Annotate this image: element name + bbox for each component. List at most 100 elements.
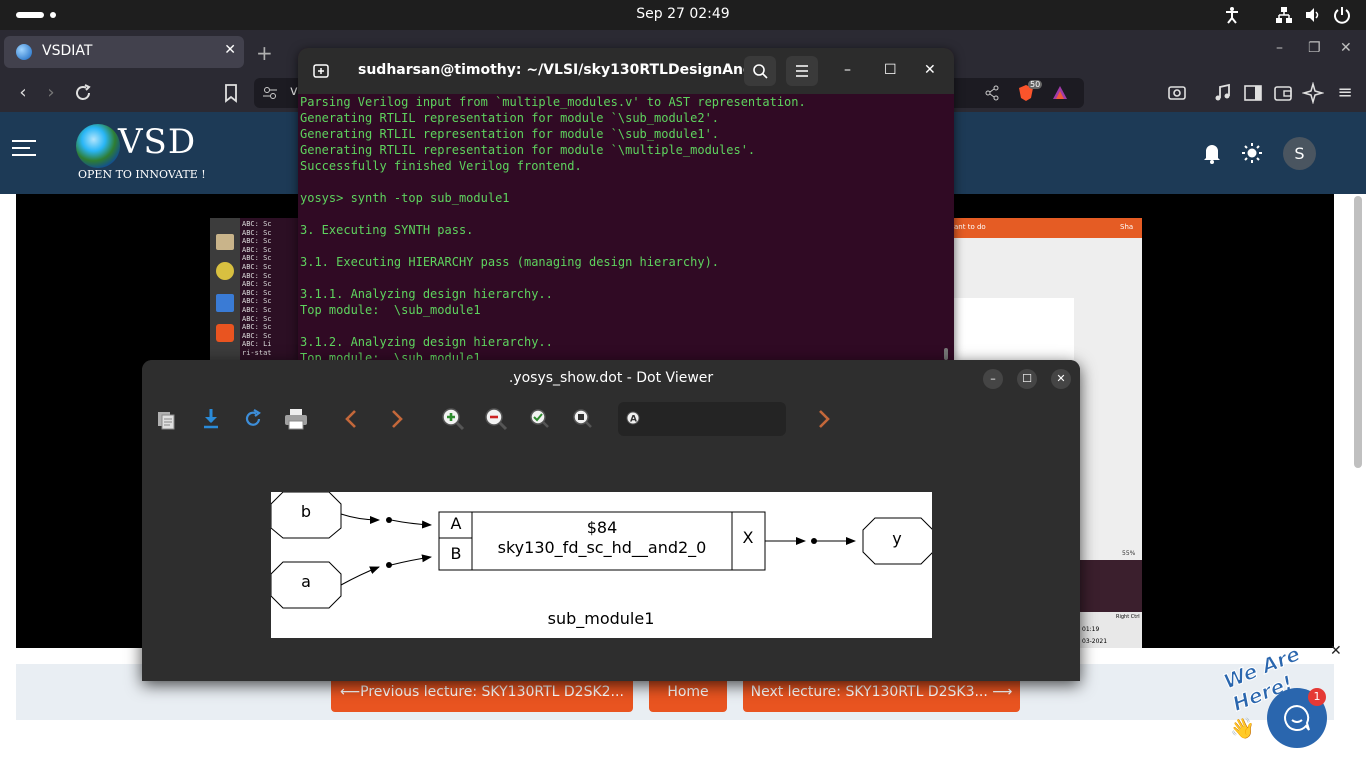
zoom-in-icon[interactable]: [440, 406, 466, 432]
network-icon[interactable]: [1274, 5, 1294, 25]
wire-b-to-cell: [390, 519, 432, 529]
cell-port-x-label: X: [743, 528, 754, 547]
bookmark-icon[interactable]: [220, 82, 242, 104]
zoom-100-icon[interactable]: [570, 406, 596, 432]
url-text[interactable]: v: [290, 84, 298, 99]
previous-lecture-label: Previous lecture: SKY130RTL D2SK2...: [360, 684, 624, 700]
input-port-b[interactable]: b: [271, 492, 342, 539]
terminal-scrollbar[interactable]: [944, 348, 948, 360]
page-scrollbar[interactable]: [1354, 196, 1362, 468]
user-avatar[interactable]: S: [1283, 137, 1316, 170]
dot-viewer-titlebar[interactable]: .yosys_show.dot - Dot Viewer – ☐ ✕: [142, 360, 1080, 398]
find-icon: A: [626, 411, 640, 425]
video-vm-terminal-text: ABC: Sc ABC: Sc ABC: Sc ABC: Sc ABC: Sc …: [242, 220, 272, 357]
browser-close-button[interactable]: ✕: [1340, 40, 1352, 56]
system-top-bar: Sep 27 02:49: [0, 0, 1366, 30]
terminal-maximize-button[interactable]: ☐: [884, 62, 897, 78]
brave-rewards-icon[interactable]: [1051, 84, 1069, 102]
shield-count-badge: 50: [1028, 80, 1043, 89]
arrow-left-icon: ⟵: [340, 684, 361, 700]
print-icon[interactable]: [282, 406, 310, 432]
terminal-output[interactable]: Parsing Verilog input from `multiple_mod…: [300, 94, 952, 360]
music-icon[interactable]: [1212, 82, 1234, 104]
video-vm-dock: [210, 218, 240, 360]
dot-viewer-minimize-button[interactable]: –: [983, 369, 1003, 389]
chat-bubble-icon: [1284, 704, 1310, 731]
dot-viewer-window[interactable]: .yosys_show.dot - Dot Viewer – ☐ ✕ A b a…: [142, 360, 1080, 681]
new-tab-terminal-icon[interactable]: [312, 62, 330, 80]
input-a-label: a: [301, 572, 311, 591]
vsd-globe-logo[interactable]: [76, 124, 120, 168]
video-vm-taskbar: Right Ctrl 01:19 03-2021: [1080, 612, 1142, 648]
browser-minimize-button[interactable]: –: [1276, 40, 1283, 56]
forward-icon[interactable]: ›: [40, 82, 62, 104]
volume-icon[interactable]: [1303, 5, 1323, 25]
power-icon[interactable]: [1332, 5, 1352, 25]
back-arrow-icon[interactable]: [339, 406, 365, 432]
hamburger-menu-icon: [796, 65, 808, 77]
graph-search-input[interactable]: A: [618, 402, 786, 436]
dot-viewer-maximize-button[interactable]: ☐: [1017, 369, 1037, 389]
dot-viewer-close-button[interactable]: ✕: [1051, 369, 1071, 389]
zoom-fit-icon[interactable]: [527, 406, 553, 432]
find-next-icon[interactable]: [810, 406, 836, 432]
share-icon[interactable]: [984, 85, 1000, 101]
cell-id-label: $84: [587, 518, 618, 537]
reload-icon[interactable]: [72, 82, 94, 104]
tab-close-icon[interactable]: ✕: [224, 42, 236, 58]
theme-sun-icon[interactable]: [1241, 142, 1263, 164]
and2-cell[interactable]: A B $84 sky130_fd_sc_hd__and2_0 X: [438, 511, 766, 571]
open-file-icon[interactable]: [154, 406, 180, 432]
chat-unread-badge: 1: [1308, 688, 1326, 706]
forward-arrow-icon[interactable]: [383, 406, 409, 432]
wire-a-to-cell: [390, 554, 432, 566]
site-settings-icon[interactable]: [262, 85, 278, 101]
vsd-favicon-icon: [16, 44, 32, 60]
screenshot-icon[interactable]: [1166, 82, 1188, 104]
svg-text:A: A: [630, 415, 637, 425]
export-download-icon[interactable]: [198, 406, 224, 432]
accessibility-icon[interactable]: [1222, 5, 1242, 25]
cell-port-b-label: B: [451, 544, 462, 563]
video-vm-desktop: [1080, 560, 1142, 612]
system-clock[interactable]: Sep 27 02:49: [0, 6, 1366, 22]
wire-b-to-junction: [340, 513, 380, 524]
netlist-graph[interactable]: b a A B $84 sky130_fd_sc_hd__and2_0 X y …: [271, 492, 932, 638]
terminal-title: sudharsan@timothy: ~/VLSI/sky130RTLDesig…: [358, 62, 769, 78]
back-icon[interactable]: ‹: [12, 82, 34, 104]
terminal-search-button[interactable]: [744, 56, 776, 86]
arrow-right-icon: ⟶: [992, 684, 1013, 700]
graph-canvas[interactable]: b a A B $84 sky130_fd_sc_hd__and2_0 X y …: [271, 492, 932, 638]
input-b-label: b: [301, 502, 311, 521]
terminal-minimize-button[interactable]: –: [844, 62, 851, 78]
output-port-y[interactable]: y: [862, 517, 932, 565]
terminal-menu-button[interactable]: [786, 56, 818, 86]
site-logo-text[interactable]: VSD: [118, 122, 196, 162]
input-port-a[interactable]: a: [271, 561, 342, 609]
tab-title: VSDIAT: [42, 43, 93, 59]
dot-viewer-title: .yosys_show.dot - Dot Viewer: [508, 370, 714, 386]
browser-menu-icon[interactable]: ≡: [1334, 82, 1356, 104]
cell-type-label: sky130_fd_sc_hd__and2_0: [498, 538, 707, 558]
tab-vsdiat[interactable]: VSDIAT ✕: [4, 36, 244, 68]
reload-graph-icon[interactable]: [240, 406, 266, 432]
video-vm-zoom: 55%: [1122, 550, 1136, 557]
menu-hamburger-icon[interactable]: [12, 140, 36, 158]
module-name-label: sub_module1: [548, 609, 655, 629]
new-tab-button[interactable]: +: [256, 41, 273, 65]
leo-ai-icon[interactable]: [1302, 82, 1324, 104]
site-tagline: OPEN TO INNOVATE !: [78, 168, 206, 181]
terminal-close-button[interactable]: ✕: [924, 62, 936, 78]
terminal-window[interactable]: sudharsan@timothy: ~/VLSI/sky130RTLDesig…: [298, 48, 954, 360]
output-y-label: y: [892, 529, 901, 548]
notification-bell-icon[interactable]: [1202, 142, 1222, 164]
search-icon: [753, 64, 768, 79]
video-vm-office-titlebar: ant to do Sha: [952, 218, 1142, 238]
sidebar-icon[interactable]: [1242, 82, 1264, 104]
zoom-out-icon[interactable]: [483, 406, 509, 432]
wallet-icon[interactable]: [1272, 82, 1294, 104]
browser-maximize-button[interactable]: ❐: [1308, 40, 1321, 56]
terminal-titlebar[interactable]: sudharsan@timothy: ~/VLSI/sky130RTLDesig…: [298, 48, 954, 94]
waving-hand-icon: 👋: [1230, 716, 1255, 740]
next-lecture-label: Next lecture: SKY130RTL D2SK3...: [750, 684, 988, 700]
